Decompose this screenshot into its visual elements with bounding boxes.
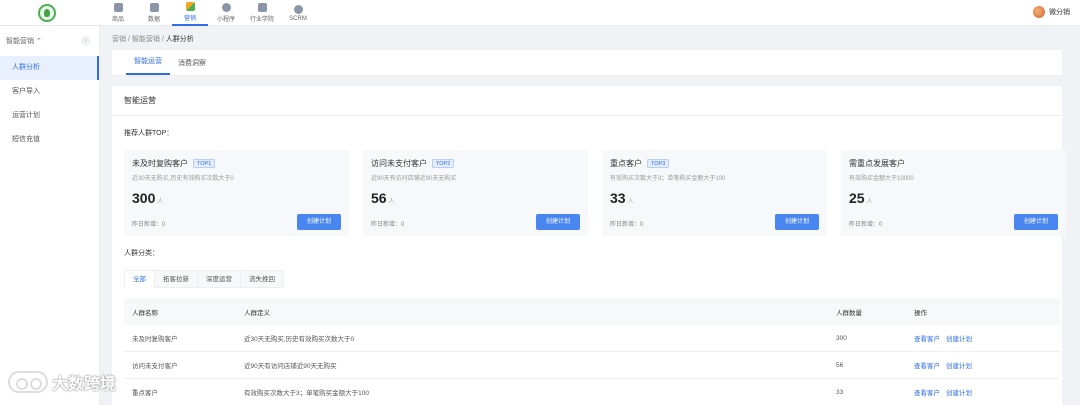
breadcrumb-smart-marketing[interactable]: 智能营销 — [132, 36, 160, 43]
rank-badge: TOP2 — [432, 159, 455, 168]
nav-item-marketing[interactable]: 营销 — [172, 0, 208, 26]
crowd-table: 人群名称 人群定义 人群数量 操作 未及时复购客户 近30天无购买,历史有效购买… — [124, 298, 1060, 405]
card-count: 56 — [371, 190, 387, 206]
card-count: 25 — [849, 190, 865, 206]
content-panel: 智能运营 推荐人群TOP： 未及时复购客户 TOP1 近30天无购买,历史有效购买… — [112, 86, 1066, 405]
card-name: 重点客户 — [610, 159, 642, 168]
nav-item-academy[interactable]: 行业学院 — [244, 0, 280, 26]
card-count: 300 — [132, 190, 156, 206]
crowd-card: 访问未支付客户 TOP2 近90天有访问店铺近90天无购买 56 人 昨日新增：0 … — [363, 150, 588, 236]
view-customers-link[interactable]: 查看客户 — [914, 387, 940, 397]
nav-item-goods[interactable]: 商品 — [100, 0, 136, 26]
sidebar: 智能营销 ⌃ ‹ 人群分析 客户导入 运营计划 短信充值 — [0, 26, 100, 405]
card-yesterday-new: 昨日新增：0 — [610, 222, 644, 228]
table-row: 未及时复购客户 近30天无购买,历史有效购买次数大于0 300 查看客户 创建计划 — [124, 325, 1060, 352]
rank-badge: TOP1 — [193, 159, 216, 168]
create-plan-button[interactable]: 创建计划 — [775, 214, 819, 230]
crowd-card: 重点客户 TOP3 有效购买次数大于3；单笔购买金额大于100 33 人 昨日新增：… — [602, 150, 827, 236]
col-header-actions: 操作 — [914, 309, 927, 317]
table-row: 访问未支付客户 近90天有访问店铺近90天无购买 56 查看客户 创建计划 — [124, 352, 1060, 379]
tab-smart-operation[interactable]: 智能运营 — [126, 56, 170, 75]
miniapp-icon — [221, 3, 231, 12]
create-plan-button[interactable]: 创建计划 — [297, 214, 341, 230]
card-name: 未及时复购客户 — [132, 159, 188, 168]
nav-item-miniapp[interactable]: 小程序 — [208, 0, 244, 26]
col-header-count: 人群数量 — [836, 309, 862, 317]
chart-icon — [149, 3, 159, 12]
crowd-card: 需重点发展客户 有效购买金额大于10000 25 人 昨日新增：0 创建计划 — [841, 150, 1066, 236]
nav-item-data[interactable]: 数据 — [136, 0, 172, 26]
card-count: 33 — [610, 190, 626, 206]
filter-tab-deep-operation[interactable]: 深度运营 — [197, 270, 241, 288]
user-name: 微分销 — [1049, 9, 1070, 16]
sidebar-title: 智能营销 ⌃ — [6, 38, 42, 45]
top-recommend-title: 推荐人群TOP： — [124, 130, 174, 137]
create-plan-link[interactable]: 创建计划 — [946, 387, 972, 397]
card-name: 访问未支付客户 — [371, 159, 427, 168]
sidebar-item-customer-import[interactable]: 客户导入 — [0, 80, 99, 104]
col-header-definition: 人群定义 — [244, 309, 270, 317]
app-logo-icon[interactable] — [38, 4, 56, 22]
table-header: 人群名称 人群定义 人群数量 操作 — [124, 298, 1060, 325]
view-customers-link[interactable]: 查看客户 — [914, 360, 940, 370]
sidebar-header[interactable]: 智能营销 ⌃ ‹ — [0, 26, 99, 56]
sidebar-item-crowd-analysis[interactable]: 人群分析 — [0, 56, 99, 80]
apps-icon — [185, 2, 195, 11]
breadcrumb-marketing[interactable]: 营销 — [112, 36, 126, 43]
filter-tab-acquisition[interactable]: 拓客拉新 — [154, 270, 198, 288]
create-plan-link[interactable]: 创建计划 — [946, 333, 972, 343]
create-plan-button[interactable]: 创建计划 — [536, 214, 580, 230]
rank-badge: TOP3 — [647, 159, 670, 168]
recommend-cards: 未及时复购客户 TOP1 近30天无购买,历史有效购买次数大于0 300 人 昨日新… — [124, 150, 1066, 236]
nav-item-scrm[interactable]: SCRM — [280, 0, 316, 26]
create-plan-button[interactable]: 创建计划 — [1014, 214, 1058, 230]
pie-icon — [293, 4, 303, 14]
table-row: 重点客户 有效购买次数大于3；单笔购买金额大于100 33 查看客户 创建计划 — [124, 379, 1060, 405]
tab-consumer-insight[interactable]: 消费洞察 — [170, 58, 214, 75]
sidebar-item-sms-recharge[interactable]: 短信充值 — [0, 128, 99, 152]
filter-tab-all[interactable]: 全部 — [124, 270, 155, 288]
collapse-icon[interactable]: ‹ — [81, 36, 91, 46]
card-description: 近30天无购买,历史有效购买次数大于0 — [132, 176, 234, 182]
col-header-name: 人群名称 — [132, 309, 158, 317]
main-tabs: 智能运营 消费洞察 — [112, 50, 1062, 76]
card-description: 有效购买金额大于10000 — [849, 176, 914, 182]
card-name: 需重点发展客户 — [849, 159, 905, 168]
card-description: 近90天有访问店铺近90天无购买 — [371, 176, 457, 182]
crowd-card: 未及时复购客户 TOP1 近30天无购买,历史有效购买次数大于0 300 人 昨日新… — [124, 150, 349, 236]
card-yesterday-new: 昨日新增：0 — [371, 222, 405, 228]
breadcrumb-current: 人群分析 — [165, 36, 194, 43]
user-menu[interactable]: 微分销 — [1033, 6, 1070, 18]
shop-icon — [113, 3, 123, 12]
sidebar-item-operation-plan[interactable]: 运营计划 — [0, 104, 99, 128]
watermark-logo-icon — [8, 371, 48, 393]
watermark: 大数跨境 — [8, 370, 116, 394]
avatar — [1033, 6, 1045, 18]
crowd-class-title: 人群分类： — [124, 250, 159, 257]
card-yesterday-new: 昨日新增：0 — [132, 222, 166, 228]
top-navigation-bar: 商品 数据 营销 小程序 行业学院 SCRM 微分销 — [0, 0, 1080, 26]
panel-title: 智能运营 — [112, 86, 1062, 116]
create-plan-link[interactable]: 创建计划 — [946, 360, 972, 370]
card-description: 有效购买次数大于3；单笔购买金额大于100 — [610, 176, 726, 182]
crowd-filter-tabs: 全部 拓客拉新 深度运营 流失挽回 — [124, 270, 284, 288]
breadcrumb: 营销 / 智能营销 / 人群分析 — [112, 36, 194, 43]
card-yesterday-new: 昨日新增：0 — [849, 222, 883, 228]
main-nav: 商品 数据 营销 小程序 行业学院 SCRM — [100, 0, 316, 26]
filter-tab-churn-recovery[interactable]: 流失挽回 — [240, 270, 284, 288]
view-customers-link[interactable]: 查看客户 — [914, 333, 940, 343]
graduation-cap-icon — [257, 3, 267, 12]
